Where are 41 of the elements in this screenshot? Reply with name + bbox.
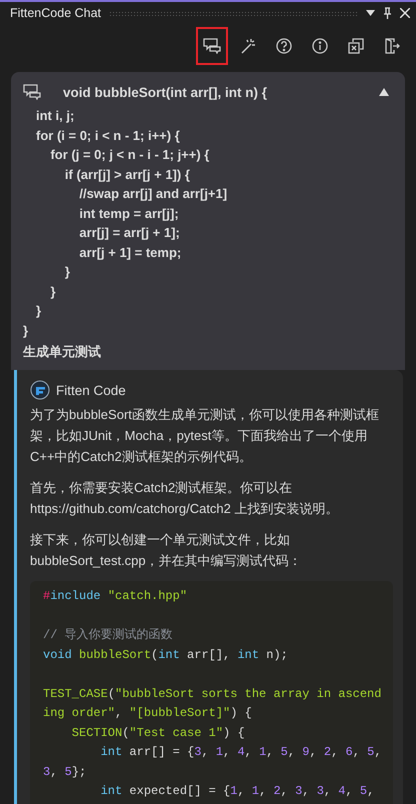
code-line: int arr[] = {3, 1, 4, 1, 5, 9, 2, 6, 5, xyxy=(100,744,383,761)
code-line: arr[j + 1] = temp; xyxy=(78,244,182,262)
code-line: for (j = 0; j < n - i - 1; j++) { xyxy=(49,146,210,164)
code-line: SECTION("Test case 1") { xyxy=(70,724,246,742)
code-line: } xyxy=(49,282,57,301)
code-line: int expected[] = {1, 1, 2, 3, 3, 4, 5, xyxy=(100,783,376,800)
dropdown-icon[interactable] xyxy=(366,10,375,16)
chat-icon xyxy=(23,84,41,100)
magic-wand-icon xyxy=(240,38,256,54)
paragraph: 为了为bubbleSort函数生成单元测试，你可以使用各种测试框 架，比如JUnit，Mocha，pytest等。下面我给出了一个使用 C++中的Catch2测试框架的示例代码。 xyxy=(30,406,380,466)
code-line: } xyxy=(35,302,42,320)
code-line: TEST_CASE("bubbleSort sorts the array in ascend xyxy=(43,686,382,702)
close-icon[interactable] xyxy=(400,8,410,18)
code-line: 3, 5}; xyxy=(43,764,88,780)
code-line: } xyxy=(23,322,30,340)
help-icon xyxy=(276,38,292,54)
paragraph: 接下来，你可以创建一个单元测试文件，比如 bubbleSort_test.cpp，并在其中编写测试代码： xyxy=(30,531,303,570)
code-line: int i, j; xyxy=(35,107,76,125)
toolbar-button[interactable] xyxy=(196,27,228,65)
code-line: //swap arr[j] and arr[j+1] xyxy=(78,185,228,203)
paragraph: 首先，你需要安装Catch2测试框架。你可以在 https://github.com/catchorg/Catch2 上找到安装说明。 xyxy=(30,479,340,518)
code-line: void bubbleSort(int arr[], int n); xyxy=(43,646,289,664)
pin-icon[interactable] xyxy=(383,7,392,19)
chat-icon xyxy=(203,38,221,54)
exit-icon xyxy=(384,38,400,54)
code-line: arr[j] = arr[j + 1]; xyxy=(78,224,181,242)
code-line: } xyxy=(64,263,71,281)
close-windows-icon xyxy=(348,38,364,54)
code-line: // 导入你要测试的函数 xyxy=(43,627,174,644)
author-name: Fitten Code xyxy=(56,382,126,398)
code-line: ing order", "[bubbleSort]") { xyxy=(43,705,253,722)
code-line: if (arr[j] > arr[j + 1]) { xyxy=(64,166,191,184)
code-line: #include "catch.hpp" xyxy=(43,588,188,605)
message-title: void bubbleSort(int arr[], int n) { xyxy=(63,84,268,100)
info-icon xyxy=(312,38,328,54)
request-text: 生成单元测试 xyxy=(23,343,102,361)
code-line: int temp = arr[j]; xyxy=(78,204,180,223)
logo-icon xyxy=(30,380,50,400)
caret-icon xyxy=(379,88,389,96)
code-line: for (i = 0; i < n - 1; i++) { xyxy=(35,126,181,145)
window-title: FittenCode Chat xyxy=(10,6,102,20)
